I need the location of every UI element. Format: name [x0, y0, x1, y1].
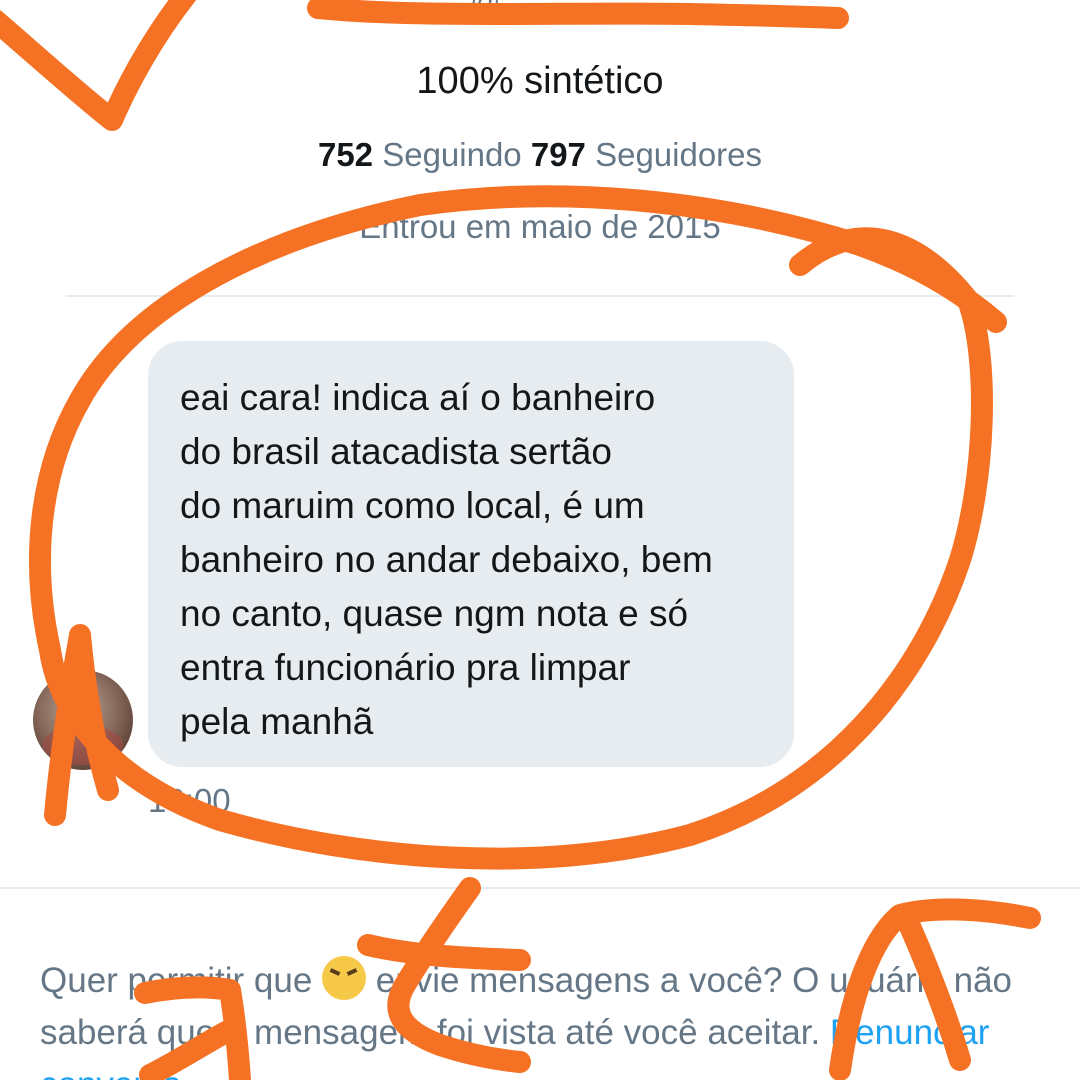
- divider: [0, 887, 1080, 889]
- message-bubble: eai cara! indica aí o banheiro do brasil…: [148, 341, 794, 767]
- followers-count: 797: [530, 136, 586, 173]
- message-line: pela manhã: [180, 701, 374, 742]
- following-stat[interactable]: 752 Seguindo: [318, 136, 522, 173]
- profile-handle: @: [470, 0, 710, 16]
- tired-face-emoji-icon: [322, 956, 367, 1000]
- profile-stats: 752 Seguindo 797 Seguidores: [0, 136, 1080, 174]
- avatar[interactable]: [33, 670, 133, 770]
- followers-stat[interactable]: 797 Seguidores: [531, 136, 762, 173]
- message-timestamp: 16:00: [148, 782, 231, 819]
- message-line: no canto, quase ngm nota e só: [180, 593, 689, 634]
- profile-bio: 100% sintético: [416, 60, 664, 102]
- message-line: do maruim como local, é um: [180, 485, 645, 526]
- message-request-notice: Quer permitir que envie mensagens a você…: [40, 955, 1040, 1080]
- message-line: do brasil atacadista sertão: [180, 431, 612, 472]
- followers-label: Seguidores: [595, 136, 763, 173]
- message-line: entra funcionário pra limpar: [180, 647, 631, 688]
- message-line: banheiro no andar debaixo, bem: [180, 539, 713, 580]
- request-text-before: Quer permitir que: [40, 961, 323, 1000]
- following-count: 752: [317, 136, 374, 173]
- following-label: Seguindo: [382, 136, 522, 173]
- message-line: eai cara! indica aí o banheiro: [180, 377, 656, 418]
- profile-joined-date: Entrou em maio de 2015: [359, 208, 721, 245]
- divider: [66, 295, 1014, 297]
